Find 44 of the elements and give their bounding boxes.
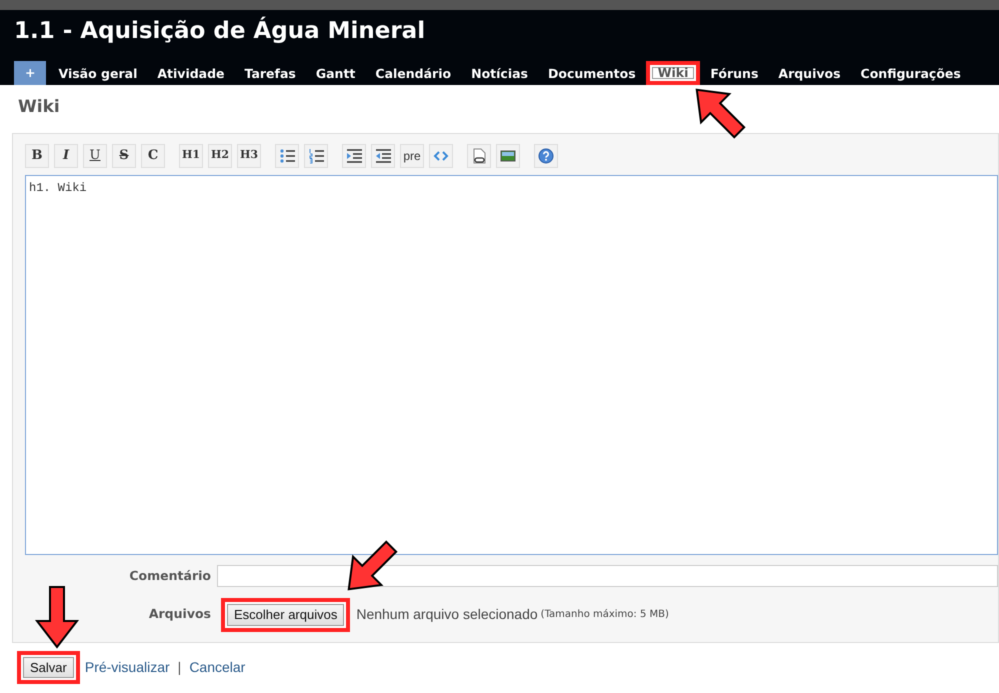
toolbar-button[interactable] <box>304 144 328 168</box>
toolbar-button[interactable] <box>496 144 520 168</box>
size-limit-note: (Tamanho máximo: 5 MB) <box>540 608 669 622</box>
editor-field[interactable]: h1. Wiki <box>25 174 998 555</box>
toolbar-button[interactable] <box>371 144 395 168</box>
page-heading: Wiki <box>18 96 61 119</box>
project-title: 1.1 - Aquisição de Água Mineral <box>14 16 426 46</box>
nav-tab[interactable]: Documentos <box>538 61 646 85</box>
format-button[interactable]: H1 <box>179 144 203 168</box>
nav-tab[interactable]: Notícias <box>461 61 538 85</box>
files-label: Arquivos <box>148 605 211 624</box>
format-button[interactable]: B <box>25 144 49 168</box>
nav-tab[interactable]: Configurações <box>850 61 971 85</box>
toolbar-button[interactable] <box>342 144 366 168</box>
nav-tab[interactable]: Atividade <box>147 61 235 85</box>
nav-tab[interactable]: Gantt <box>306 61 366 85</box>
format-button[interactable]: U <box>83 144 107 168</box>
nav-tab[interactable]: Fóruns <box>700 61 768 85</box>
nav-tab[interactable]: Tarefas <box>234 61 306 85</box>
comment-label: Comentário <box>128 566 211 585</box>
format-button[interactable]: pre <box>400 144 424 168</box>
format-button[interactable]: I <box>54 144 78 168</box>
preview-link[interactable]: Pré-visualizar <box>84 656 170 678</box>
image-icon <box>500 148 516 164</box>
bullet-list-icon <box>279 148 295 164</box>
numbered-list-icon <box>308 148 324 164</box>
toolbar-button[interactable] <box>275 144 299 168</box>
comment-field[interactable] <box>217 565 998 587</box>
file-status-text: Nenhum arquivo selecionado <box>356 605 538 624</box>
help-icon <box>538 148 554 164</box>
document-link-icon <box>471 148 487 164</box>
nav-tab[interactable]: Calendário <box>365 61 462 85</box>
nav-tab[interactable]: Arquivos <box>768 61 851 85</box>
cancel-link[interactable]: Cancelar <box>189 656 246 678</box>
indent-icon <box>346 148 362 164</box>
outdent-icon <box>375 148 391 164</box>
toolbar-button[interactable] <box>467 144 491 168</box>
toolbar-button[interactable] <box>534 144 558 168</box>
format-button[interactable]: H3 <box>237 144 261 168</box>
format-button[interactable]: C <box>141 144 165 168</box>
format-button[interactable]: H2 <box>208 144 232 168</box>
nav-tab[interactable]: Visão geral <box>48 61 148 85</box>
link-separator: | <box>178 658 182 677</box>
format-button[interactable]: S <box>112 144 136 168</box>
